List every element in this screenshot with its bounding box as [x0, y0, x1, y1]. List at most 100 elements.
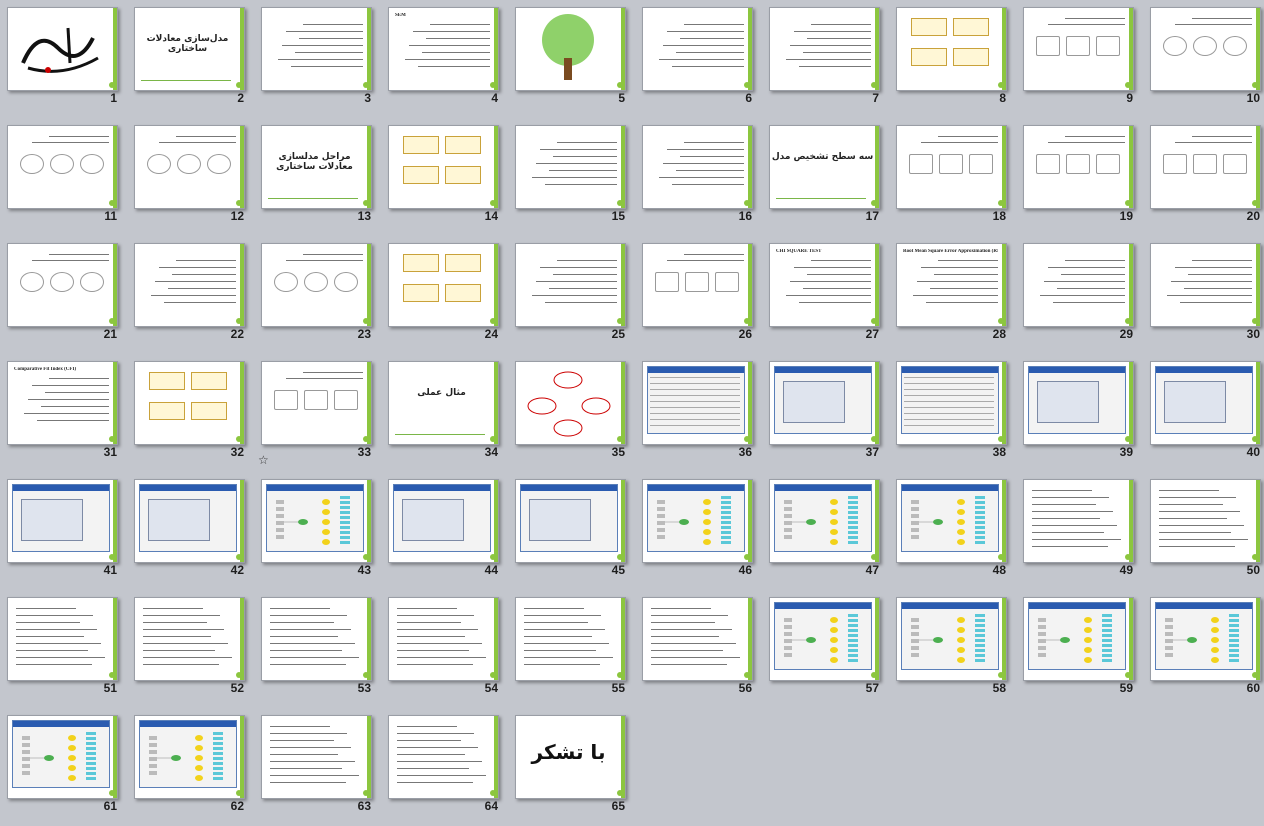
slide-thumbnail-cell[interactable]: 22: [127, 236, 254, 354]
slide-thumbnail-cell[interactable]: SEM 4: [381, 0, 508, 118]
slide-thumbnail[interactable]: [515, 125, 626, 209]
slide-thumbnail[interactable]: [261, 361, 372, 445]
slide-thumbnail-cell[interactable]: 60: [1143, 590, 1264, 708]
slide-thumbnail[interactable]: CHI SQUARE TEST: [769, 243, 880, 327]
slide-thumbnail-cell[interactable]: 6: [635, 0, 762, 118]
slide-thumbnail[interactable]: Comparative Fit Index (CFI): [7, 361, 118, 445]
slide-thumbnail-cell[interactable]: 33: [254, 354, 381, 472]
slide-thumbnail[interactable]: [7, 715, 118, 799]
slide-thumbnail[interactable]: سه سطح تشخیص مدل: [769, 125, 880, 209]
slide-thumbnail[interactable]: [769, 479, 880, 563]
slide-thumbnail-cell[interactable]: 20: [1143, 118, 1264, 236]
slide-thumbnail-cell[interactable]: 42: [127, 472, 254, 590]
slide-thumbnail-cell[interactable]: 38: [889, 354, 1016, 472]
slide-thumbnail[interactable]: [261, 7, 372, 91]
slide-thumbnail[interactable]: [515, 243, 626, 327]
slide-thumbnail-cell[interactable]: 25: [508, 236, 635, 354]
slide-thumbnail-cell[interactable]: 55: [508, 590, 635, 708]
slide-thumbnail[interactable]: [134, 361, 245, 445]
slide-thumbnail[interactable]: [642, 479, 753, 563]
slide-thumbnail-cell[interactable]: 58: [889, 590, 1016, 708]
slide-thumbnail-cell[interactable]: 1: [0, 0, 127, 118]
slide-thumbnail-cell[interactable]: 49: [1016, 472, 1143, 590]
slide-thumbnail[interactable]: مدل‌سازی معادلات ساختاری: [134, 7, 245, 91]
slide-thumbnail-cell[interactable]: 10: [1143, 0, 1264, 118]
slide-thumbnail[interactable]: [1023, 243, 1134, 327]
slide-thumbnail-cell[interactable]: 36: [635, 354, 762, 472]
slide-thumbnail[interactable]: [769, 7, 880, 91]
slide-thumbnail[interactable]: [1023, 361, 1134, 445]
slide-thumbnail[interactable]: SEM: [388, 7, 499, 91]
slide-thumbnail-cell[interactable]: 64: [381, 708, 508, 826]
slide-thumbnail[interactable]: [261, 243, 372, 327]
slide-thumbnail-cell[interactable]: سه سطح تشخیص مدل 17: [762, 118, 889, 236]
slide-thumbnail-cell[interactable]: مدل‌سازی معادلات ساختاری 2: [127, 0, 254, 118]
slide-thumbnail-cell[interactable]: 52: [127, 590, 254, 708]
slide-thumbnail-cell[interactable]: 61: [0, 708, 127, 826]
slide-thumbnail[interactable]: [388, 243, 499, 327]
slide-thumbnail-cell[interactable]: 37: [762, 354, 889, 472]
slide-thumbnail-cell[interactable]: CHI SQUARE TEST 27: [762, 236, 889, 354]
slide-thumbnail-cell[interactable]: 12: [127, 118, 254, 236]
slide-thumbnail-cell[interactable]: 51: [0, 590, 127, 708]
slide-thumbnail[interactable]: [1023, 7, 1134, 91]
slide-thumbnail-cell[interactable]: 30: [1143, 236, 1264, 354]
slide-thumbnail-cell[interactable]: 29: [1016, 236, 1143, 354]
slide-thumbnail[interactable]: [515, 597, 626, 681]
slide-thumbnail-cell[interactable]: 41: [0, 472, 127, 590]
slide-thumbnail-cell[interactable]: 32: [127, 354, 254, 472]
slide-thumbnail[interactable]: [1023, 125, 1134, 209]
slide-thumbnail[interactable]: [388, 597, 499, 681]
slide-thumbnail[interactable]: [1023, 479, 1134, 563]
slide-thumbnail-cell[interactable]: 21: [0, 236, 127, 354]
slide-thumbnail-cell[interactable]: 7: [762, 0, 889, 118]
slide-thumbnail[interactable]: با تشکر: [515, 715, 626, 799]
slide-thumbnail[interactable]: [1150, 361, 1261, 445]
slide-thumbnail[interactable]: [896, 361, 1007, 445]
slide-thumbnail[interactable]: [7, 243, 118, 327]
slide-thumbnail[interactable]: [642, 597, 753, 681]
slide-thumbnail[interactable]: [134, 479, 245, 563]
slide-thumbnail-cell[interactable]: 57: [762, 590, 889, 708]
slide-thumbnail[interactable]: [1023, 597, 1134, 681]
slide-thumbnail-cell[interactable]: 44: [381, 472, 508, 590]
slide-thumbnail[interactable]: [1150, 7, 1261, 91]
slide-thumbnail[interactable]: [515, 479, 626, 563]
slide-thumbnail[interactable]: مراحل مدلسازی معادلات ساختاری: [261, 125, 372, 209]
slide-thumbnail-cell[interactable]: 18: [889, 118, 1016, 236]
slide-thumbnail-cell[interactable]: 56: [635, 590, 762, 708]
slide-thumbnail-cell[interactable]: 39: [1016, 354, 1143, 472]
slide-thumbnail[interactable]: [642, 125, 753, 209]
slide-thumbnail[interactable]: [261, 597, 372, 681]
slide-thumbnail-cell[interactable]: 48: [889, 472, 1016, 590]
slide-thumbnail[interactable]: [134, 715, 245, 799]
slide-thumbnail-cell[interactable]: 35: [508, 354, 635, 472]
slide-thumbnail[interactable]: Root Mean Square Error Approximation (RM…: [896, 243, 1007, 327]
slide-thumbnail[interactable]: [7, 7, 118, 91]
slide-thumbnail-cell[interactable]: 26: [635, 236, 762, 354]
slide-thumbnail[interactable]: [7, 479, 118, 563]
slide-thumbnail[interactable]: مثال عملی: [388, 361, 499, 445]
slide-thumbnail[interactable]: [388, 479, 499, 563]
slide-thumbnail-cell[interactable]: مراحل مدلسازی معادلات ساختاری 13: [254, 118, 381, 236]
slide-thumbnail-cell[interactable]: 9: [1016, 0, 1143, 118]
slide-thumbnail[interactable]: [769, 361, 880, 445]
slide-thumbnail-cell[interactable]: 16: [635, 118, 762, 236]
slide-thumbnail[interactable]: [769, 597, 880, 681]
slide-thumbnail[interactable]: [261, 715, 372, 799]
slide-thumbnail[interactable]: [896, 7, 1007, 91]
slide-thumbnail-cell[interactable]: 63: [254, 708, 381, 826]
slide-thumbnail[interactable]: [134, 125, 245, 209]
slide-thumbnail[interactable]: [1150, 125, 1261, 209]
slide-thumbnail[interactable]: [642, 7, 753, 91]
slide-thumbnail[interactable]: [515, 7, 626, 91]
slide-thumbnail-cell[interactable]: 11: [0, 118, 127, 236]
slide-thumbnail[interactable]: [1150, 243, 1261, 327]
slide-thumbnail[interactable]: [134, 597, 245, 681]
slide-thumbnail[interactable]: [896, 479, 1007, 563]
slide-thumbnail[interactable]: [388, 125, 499, 209]
slide-thumbnail[interactable]: [896, 125, 1007, 209]
slide-thumbnail-cell[interactable]: 3: [254, 0, 381, 118]
slide-thumbnail[interactable]: [642, 243, 753, 327]
slide-thumbnail-cell[interactable]: 45: [508, 472, 635, 590]
